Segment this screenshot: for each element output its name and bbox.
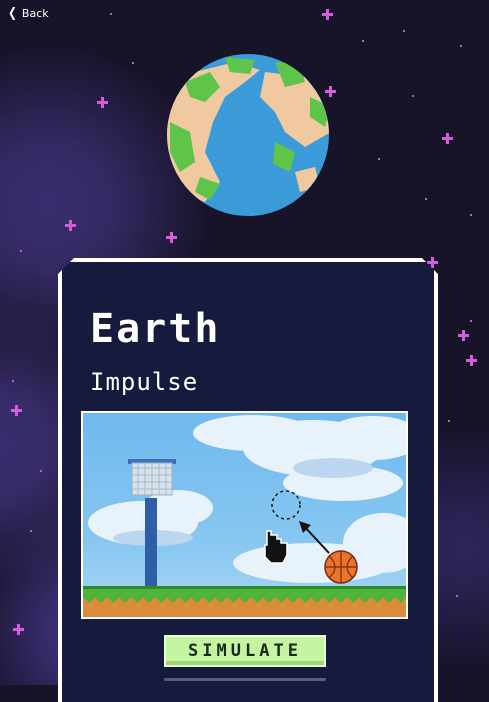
impulse-scene-preview (81, 411, 408, 619)
back-label: Back (21, 7, 49, 20)
star (110, 13, 112, 15)
star (456, 595, 458, 597)
star (470, 320, 472, 322)
simulate-button[interactable]: SIMULATE (164, 635, 326, 667)
star (20, 250, 22, 252)
card-subtitle: Impulse (90, 368, 199, 396)
star (460, 45, 462, 47)
sparkle-star (65, 220, 76, 231)
star (362, 40, 364, 42)
earth-planet-icon (167, 54, 329, 216)
back-button[interactable]: ❮ Back (7, 7, 49, 20)
chevron-left-icon: ❮ (8, 6, 17, 21)
star (30, 530, 32, 532)
star (403, 30, 405, 32)
sparkle-star (458, 330, 469, 341)
star (40, 470, 42, 472)
sparkle-star (97, 97, 108, 108)
star (448, 420, 450, 422)
sparkle-star (322, 9, 333, 20)
star (12, 380, 14, 382)
sparkle-star (13, 624, 24, 635)
home-indicator (164, 678, 326, 681)
card-title: Earth (90, 306, 221, 352)
star (378, 158, 380, 160)
target-circle-icon (271, 490, 301, 520)
basketball-icon (324, 550, 358, 584)
star (425, 198, 427, 200)
hand-pointer-icon (264, 530, 288, 564)
star (132, 62, 134, 64)
sparkle-star (166, 232, 177, 243)
sparkle-star (442, 133, 453, 144)
clouds (88, 415, 406, 583)
sparkle-star (466, 355, 477, 366)
star (470, 214, 472, 216)
sparkle-star (11, 405, 22, 416)
star (412, 95, 414, 97)
